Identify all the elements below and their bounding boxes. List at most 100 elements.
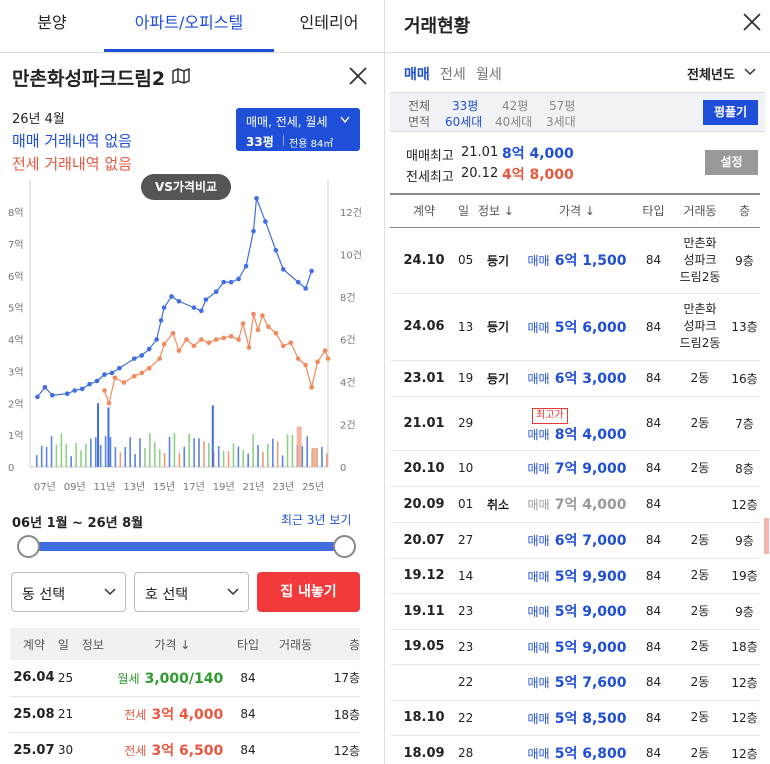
col-info[interactable]: 정보 ↓ [478, 194, 518, 227]
close-icon[interactable] [348, 66, 368, 86]
chevron-down-icon [104, 588, 116, 596]
data-point [260, 313, 265, 318]
x-tick-label: 21년 [243, 481, 265, 493]
table-row[interactable]: 19.05 23 매매 5억 9,000 84 2동 18층 [390, 629, 760, 664]
pyeong-33[interactable]: 33평 [452, 97, 478, 114]
chevron-down-icon[interactable] [744, 68, 756, 76]
unit-type: 84 [240, 743, 256, 757]
x-tick-label: 13년 [123, 481, 145, 493]
data-point [309, 268, 314, 274]
contract-date: 21.01 [403, 415, 445, 431]
floor: 19층 [731, 569, 758, 583]
volume-bar [50, 436, 53, 467]
table-row[interactable]: 18.09 28 매매 5억 6,800 84 2동 12층 [390, 735, 760, 764]
building: 2동 [690, 639, 710, 653]
data-point [199, 308, 204, 314]
scrollbar-thumb[interactable] [764, 518, 769, 554]
deal-kind: 매매 [527, 747, 550, 761]
tab-interior[interactable]: 인테리어 [274, 0, 384, 52]
col-building[interactable]: 거래동 [269, 628, 322, 660]
settings-button[interactable]: 설정 [705, 150, 758, 175]
pyeong-42[interactable]: 42평 [502, 97, 528, 114]
contract-day: 29 [458, 416, 474, 430]
table-row[interactable]: 20.09 01 취소 매매 7억 4,000 84 12층 [390, 486, 760, 522]
col-contract[interactable]: 계약 [390, 194, 458, 227]
col-building[interactable]: 거래동 [671, 194, 729, 227]
data-point [199, 337, 204, 342]
table-row[interactable]: 20.07 27 매매 6억 7,000 84 2동 9층 [390, 522, 760, 558]
series-line [36, 198, 313, 398]
data-point [303, 286, 308, 291]
col-contract[interactable]: 계약 [10, 628, 58, 660]
ho-select[interactable]: 호 선택 [134, 572, 249, 612]
volume-bar [173, 433, 176, 467]
floor: 12층 [333, 743, 360, 758]
tab-monthly[interactable]: 월세 [476, 64, 502, 84]
x-tick-label: 23년 [272, 481, 294, 493]
tab-sale[interactable]: 매매 [404, 64, 430, 84]
tab-apartment[interactable]: 아파트/오피스텔 [104, 0, 274, 52]
col-price[interactable]: 가격 ↓ [117, 628, 227, 660]
data-point [139, 353, 145, 358]
col-day[interactable]: 일 [58, 628, 82, 660]
data-point [228, 334, 234, 339]
y2-tick-label: 2건 [340, 420, 356, 432]
range-slider-end-handle[interactable] [333, 535, 356, 558]
col-floor[interactable]: 층 [322, 628, 360, 660]
tab-jeonse[interactable]: 전세 [440, 64, 466, 84]
col-price[interactable]: 가격 ↓ [518, 194, 636, 227]
table-row[interactable]: 18.10 22 매매 5억 8,500 84 2동 12층 [390, 700, 760, 735]
filter-dropdown[interactable]: 매매, 전세, 월세 33평 전용 84㎡ [236, 108, 360, 151]
floor: 9층 [735, 253, 754, 268]
volume-bar [149, 433, 151, 467]
y-tick-label: 7억 [8, 239, 24, 251]
table-row[interactable]: 25.08 21 전세 3억 4,000 84 18층 [10, 696, 360, 732]
data-point [146, 365, 152, 371]
list-home-button[interactable]: 집 내놓기 [257, 572, 360, 612]
dong-select[interactable]: 동 선택 [11, 572, 126, 612]
col-day[interactable]: 일 [458, 194, 478, 227]
table-row[interactable]: 24.10 05 등기 매매 6억 1,500 84 만촌화 성파크 드림2동 9층 [390, 227, 760, 293]
pyeong-all-label[interactable]: 전체 [408, 97, 430, 114]
max-sale-date: 21.01 [461, 145, 499, 160]
table-row[interactable]: 22 매매 5억 7,600 84 2동 12층 [390, 664, 760, 700]
pyeong-57[interactable]: 57평 [549, 97, 575, 114]
data-point [79, 386, 85, 392]
volume-bar [227, 451, 230, 467]
data-point [169, 294, 174, 299]
table-row[interactable]: 21.01 29 최고가 매매 8억 4,000 84 2동 7층 [390, 396, 760, 450]
contract-day: 19 [458, 371, 474, 385]
deal-kind: 매매 [527, 534, 550, 548]
table-row[interactable]: 23.01 19 등기 매매 6억 3,000 84 2동 16층 [390, 360, 760, 396]
ho-select-label: 호 선택 [145, 587, 189, 603]
tab-presale[interactable]: 분양 [0, 0, 104, 52]
data-point [106, 400, 112, 406]
y-tick-label: 4억 [8, 335, 24, 347]
table-row[interactable]: 19.11 23 매매 5억 9,000 84 2동 9층 [390, 593, 760, 629]
col-info[interactable]: 정보 [82, 628, 118, 660]
table-row[interactable]: 25.07 30 전세 3억 6,500 84 12층 [10, 732, 360, 764]
contract-date: 24.06 [403, 319, 445, 334]
col-type[interactable]: 타입 [227, 628, 269, 660]
deal-price: 5억 9,000 [554, 604, 627, 620]
col-floor[interactable]: 층 [729, 194, 760, 227]
year-select[interactable]: 전체년도 [687, 64, 735, 83]
deal-kind: 매매 [527, 254, 550, 268]
table-row[interactable]: 19.12 14 매매 5억 9,900 84 2동 19층 [390, 558, 760, 593]
map-icon[interactable] [172, 68, 190, 84]
close-icon[interactable] [742, 12, 762, 32]
table-row[interactable]: 26.04 25 월세 3,000/140 84 17층 [10, 660, 360, 696]
col-type[interactable]: 타입 [636, 194, 671, 227]
volume-bar [144, 448, 146, 467]
pyeong-expand-button[interactable]: 평풀기 [703, 100, 758, 125]
jeonse-status: 전세 거래내역 없음 [12, 155, 132, 173]
recent-3y-link[interactable]: 최근 3년 보기 [281, 511, 351, 528]
x-tick-label: 19년 [213, 481, 235, 493]
range-slider-track[interactable] [28, 542, 344, 551]
range-slider-start-handle[interactable] [17, 535, 40, 558]
contract-day: 22 [458, 675, 474, 689]
volume-bar [90, 438, 92, 467]
table-row[interactable]: 24.06 13 등기 매매 5억 6,000 84 만촌화 성파크 드림2동 13층 [390, 293, 760, 360]
table-row[interactable]: 20.10 10 매매 7억 9,000 84 2동 8층 [390, 450, 760, 486]
floor: 9층 [735, 533, 754, 548]
